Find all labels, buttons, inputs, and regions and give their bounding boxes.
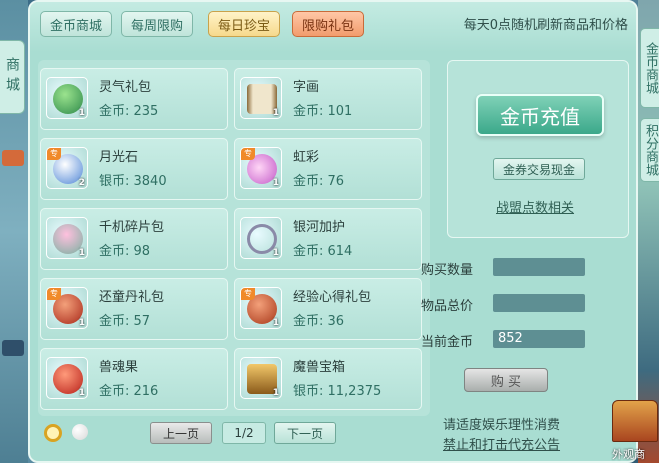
scroll-icon: 1 (240, 77, 282, 119)
tab-daily-treasure[interactable]: 每日珍宝 (208, 11, 280, 37)
tab-gold-mall[interactable]: 金币商城 (40, 11, 112, 37)
current-coins-label: 当前金币 (421, 335, 474, 350)
orb-icon[interactable] (72, 424, 88, 440)
item-name: 魔兽宝箱 (293, 360, 346, 375)
pagination: 上一页 1/2 下一页 (38, 422, 430, 446)
shop-panel: 金币商城 每周限购 每日珍宝 限购礼包 每天0点随机刷新商品和价格 1 灵气礼包… (28, 0, 638, 463)
item-price: 金币: 98 (99, 244, 151, 259)
alliance-points-link[interactable]: 战盟点数相关 (496, 197, 574, 216)
tab-limited-pack[interactable]: 限购礼包 (292, 11, 364, 37)
next-page-button[interactable]: 下一页 (274, 422, 336, 444)
item-name: 兽魂果 (99, 360, 139, 375)
item-price: 银币: 3840 (99, 174, 167, 189)
appearance-shop-label[interactable]: 外观商 (612, 446, 645, 462)
potion-icon: 专 1 (240, 147, 282, 189)
list-item[interactable]: 1 千机碎片包 金币: 98 (40, 208, 228, 270)
item-name: 字画 (293, 80, 320, 95)
quantity-field[interactable] (493, 258, 585, 276)
fruit-icon: 1 (46, 357, 88, 399)
red-bag-icon: 专 1 (46, 287, 88, 329)
left-deco-icon (2, 340, 24, 356)
necklace-icon: 1 (240, 217, 282, 259)
voucher-exchange-button[interactable]: 金券交易现金 (493, 158, 585, 180)
item-name: 月光石 (99, 150, 139, 165)
red-bag-icon: 专 1 (240, 287, 282, 329)
list-item[interactable]: 1 银河加护 金币: 614 (234, 208, 422, 270)
refresh-notice: 每天0点随机刷新商品和价格 (463, 18, 628, 33)
page-indicator: 1/2 (222, 422, 266, 444)
recharge-pane: 金币充值 金券交易现金 战盟点数相关 (447, 60, 629, 238)
item-list: 1 灵气礼包 金币: 235 1 字画 金币: 101 专 2 月光石 银币: … (38, 60, 430, 416)
left-background-strip: 商城 (0, 0, 28, 463)
moderation-notice: 请适度娱乐理性消费 (443, 418, 561, 433)
item-name: 灵气礼包 (99, 80, 152, 95)
item-name: 银河加护 (293, 220, 346, 235)
list-item[interactable]: 专 1 虹彩 金币: 76 (234, 138, 422, 200)
list-item[interactable]: 专 1 经验心得礼包 金币: 36 (234, 278, 422, 340)
item-name: 千机碎片包 (99, 220, 165, 235)
current-coins-field: 852 (493, 330, 585, 348)
list-item[interactable]: 1 魔兽宝箱 银币: 11,2375 (234, 348, 422, 410)
item-price: 金币: 216 (99, 384, 159, 399)
prev-page-button[interactable]: 上一页 (150, 422, 212, 444)
treasure-chest-icon: 1 (240, 357, 282, 399)
search-icon[interactable] (44, 424, 62, 442)
fragment-bag-icon: 1 (46, 217, 88, 259)
left-deco-badge (2, 150, 24, 166)
buy-button[interactable]: 购 买 (464, 368, 548, 392)
left-shop-tab[interactable]: 商城 (0, 40, 25, 114)
quantity-label: 购买数量 (421, 263, 474, 278)
item-name: 虹彩 (293, 150, 320, 165)
list-item[interactable]: 1 字画 金币: 101 (234, 68, 422, 130)
anti-proxy-notice-link[interactable]: 禁止和打击代充公告 (443, 434, 560, 453)
item-price: 金币: 235 (99, 104, 159, 119)
tab-weekly-limit[interactable]: 每周限购 (121, 11, 193, 37)
tab-points-mall-side[interactable]: 积分商城 (640, 118, 659, 182)
item-price: 银币: 11,2375 (293, 384, 382, 399)
total-price-label: 物品总价 (421, 299, 474, 314)
list-item[interactable]: 1 灵气礼包 金币: 235 (40, 68, 228, 130)
gold-recharge-button[interactable]: 金币充值 (476, 94, 604, 136)
item-name: 经验心得礼包 (293, 290, 372, 305)
total-price-field (493, 294, 585, 312)
item-name: 还童丹礼包 (99, 290, 165, 305)
moonstone-icon: 专 2 (46, 147, 88, 189)
exclusive-tag: 专 (241, 288, 255, 300)
item-price: 金币: 76 (293, 174, 345, 189)
exclusive-tag: 专 (241, 148, 255, 160)
list-item[interactable]: 1 兽魂果 金币: 216 (40, 348, 228, 410)
item-price: 金币: 614 (293, 244, 353, 259)
appearance-shop-chest-icon[interactable] (612, 400, 658, 442)
item-price: 金币: 36 (293, 314, 345, 329)
item-price: 金币: 101 (293, 104, 353, 119)
list-item[interactable]: 专 2 月光石 银币: 3840 (40, 138, 228, 200)
tab-bar: 金币商城 每周限购 每日珍宝 限购礼包 每天0点随机刷新商品和价格 (30, 2, 636, 52)
exclusive-tag: 专 (47, 148, 61, 160)
tab-gold-mall-side[interactable]: 金币商城 (640, 28, 659, 108)
gift-bag-icon: 1 (46, 77, 88, 119)
exclusive-tag: 专 (47, 288, 61, 300)
list-item[interactable]: 专 1 还童丹礼包 金币: 57 (40, 278, 228, 340)
item-price: 金币: 57 (99, 314, 151, 329)
